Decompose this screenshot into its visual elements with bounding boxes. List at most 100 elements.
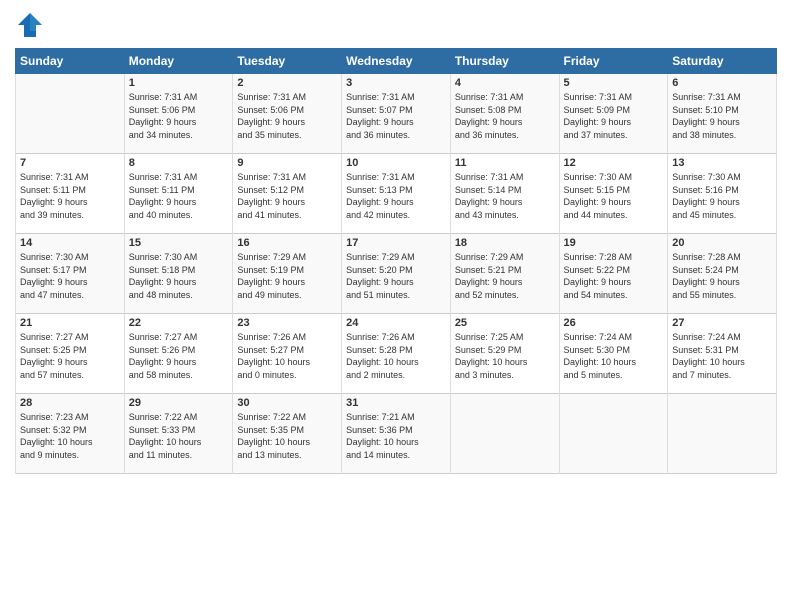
day-number: 31 (346, 397, 446, 409)
day-number: 26 (564, 317, 664, 329)
day-info: Sunrise: 7:24 AM Sunset: 5:31 PM Dayligh… (672, 331, 772, 381)
day-cell: 1 Sunrise: 7:31 AM Sunset: 5:06 PM Daylig… (124, 74, 233, 154)
day-cell: 7 Sunrise: 7:31 AM Sunset: 5:11 PM Daylig… (16, 154, 125, 234)
day-cell: 28 Sunrise: 7:23 AM Sunset: 5:32 PM Dayli… (16, 394, 125, 474)
day-info: Sunrise: 7:31 AM Sunset: 5:10 PM Dayligh… (672, 91, 772, 141)
day-number: 27 (672, 317, 772, 329)
day-number: 15 (129, 237, 229, 249)
day-info: Sunrise: 7:22 AM Sunset: 5:33 PM Dayligh… (129, 411, 229, 461)
day-info: Sunrise: 7:31 AM Sunset: 5:12 PM Dayligh… (237, 171, 337, 221)
day-number: 3 (346, 77, 446, 89)
day-cell: 22 Sunrise: 7:27 AM Sunset: 5:26 PM Dayli… (124, 314, 233, 394)
day-cell: 25Sunrise: 7:25 AM Sunset: 5:29 PM Dayli… (450, 314, 559, 394)
day-number: 2 (237, 77, 337, 89)
day-info: Sunrise: 7:31 AM Sunset: 5:13 PM Dayligh… (346, 171, 446, 221)
day-cell: 9 Sunrise: 7:31 AM Sunset: 5:12 PM Daylig… (233, 154, 342, 234)
day-cell: 16 Sunrise: 7:29 AM Sunset: 5:19 PM Dayli… (233, 234, 342, 314)
week-row-2: 7 Sunrise: 7:31 AM Sunset: 5:11 PM Daylig… (16, 154, 777, 234)
header-cell-thursday: Thursday (450, 49, 559, 74)
day-info: Sunrise: 7:28 AM Sunset: 5:24 PM Dayligh… (672, 251, 772, 301)
day-cell: 12Sunrise: 7:30 AM Sunset: 5:15 PM Dayli… (559, 154, 668, 234)
day-cell: 11Sunrise: 7:31 AM Sunset: 5:14 PM Dayli… (450, 154, 559, 234)
day-info: Sunrise: 7:29 AM Sunset: 5:19 PM Dayligh… (237, 251, 337, 301)
day-cell: 21 Sunrise: 7:27 AM Sunset: 5:25 PM Dayli… (16, 314, 125, 394)
day-info: Sunrise: 7:26 AM Sunset: 5:27 PM Dayligh… (237, 331, 337, 381)
day-info: Sunrise: 7:27 AM Sunset: 5:26 PM Dayligh… (129, 331, 229, 381)
day-info: Sunrise: 7:30 AM Sunset: 5:16 PM Dayligh… (672, 171, 772, 221)
day-number: 22 (129, 317, 229, 329)
day-info: Sunrise: 7:26 AM Sunset: 5:28 PM Dayligh… (346, 331, 446, 381)
week-row-1: 1 Sunrise: 7:31 AM Sunset: 5:06 PM Daylig… (16, 74, 777, 154)
header-cell-tuesday: Tuesday (233, 49, 342, 74)
day-info: Sunrise: 7:31 AM Sunset: 5:11 PM Dayligh… (129, 171, 229, 221)
calendar-body: 1 Sunrise: 7:31 AM Sunset: 5:06 PM Daylig… (16, 74, 777, 474)
day-info: Sunrise: 7:31 AM Sunset: 5:11 PM Dayligh… (20, 171, 120, 221)
day-info: Sunrise: 7:30 AM Sunset: 5:15 PM Dayligh… (564, 171, 664, 221)
day-cell: 31Sunrise: 7:21 AM Sunset: 5:36 PM Dayli… (342, 394, 451, 474)
day-cell (668, 394, 777, 474)
day-cell: 2 Sunrise: 7:31 AM Sunset: 5:06 PM Daylig… (233, 74, 342, 154)
header-cell-wednesday: Wednesday (342, 49, 451, 74)
day-info: Sunrise: 7:31 AM Sunset: 5:06 PM Dayligh… (237, 91, 337, 141)
day-number: 23 (237, 317, 337, 329)
day-cell: 20 Sunrise: 7:28 AM Sunset: 5:24 PM Dayli… (668, 234, 777, 314)
header-row: SundayMondayTuesdayWednesdayThursdayFrid… (16, 49, 777, 74)
day-info: Sunrise: 7:23 AM Sunset: 5:32 PM Dayligh… (20, 411, 120, 461)
day-number: 29 (129, 397, 229, 409)
day-cell: 26 Sunrise: 7:24 AM Sunset: 5:30 PM Dayli… (559, 314, 668, 394)
day-info: Sunrise: 7:29 AM Sunset: 5:20 PM Dayligh… (346, 251, 446, 301)
day-cell: 5 Sunrise: 7:31 AM Sunset: 5:09 PM Daylig… (559, 74, 668, 154)
day-number: 21 (20, 317, 120, 329)
day-number: 18 (455, 237, 555, 249)
day-info: Sunrise: 7:30 AM Sunset: 5:17 PM Dayligh… (20, 251, 120, 301)
day-cell: 10 Sunrise: 7:31 AM Sunset: 5:13 PM Dayli… (342, 154, 451, 234)
day-info: Sunrise: 7:30 AM Sunset: 5:18 PM Dayligh… (129, 251, 229, 301)
day-number: 14 (20, 237, 120, 249)
day-number: 16 (237, 237, 337, 249)
day-cell: 14 Sunrise: 7:30 AM Sunset: 5:17 PM Dayli… (16, 234, 125, 314)
day-info: Sunrise: 7:31 AM Sunset: 5:06 PM Dayligh… (129, 91, 229, 141)
day-number: 7 (20, 157, 120, 169)
day-number: 20 (672, 237, 772, 249)
day-number: 13 (672, 157, 772, 169)
calendar-table: SundayMondayTuesdayWednesdayThursdayFrid… (15, 48, 777, 474)
day-cell: 6Sunrise: 7:31 AM Sunset: 5:10 PM Daylig… (668, 74, 777, 154)
calendar-container: SundayMondayTuesdayWednesdayThursdayFrid… (0, 0, 792, 612)
day-info: Sunrise: 7:27 AM Sunset: 5:25 PM Dayligh… (20, 331, 120, 381)
day-cell: 18 Sunrise: 7:29 AM Sunset: 5:21 PM Dayli… (450, 234, 559, 314)
day-number: 8 (129, 157, 229, 169)
day-number: 30 (237, 397, 337, 409)
day-info: Sunrise: 7:28 AM Sunset: 5:22 PM Dayligh… (564, 251, 664, 301)
day-cell: 23 Sunrise: 7:26 AM Sunset: 5:27 PM Dayli… (233, 314, 342, 394)
day-cell: 13 Sunrise: 7:30 AM Sunset: 5:16 PM Dayli… (668, 154, 777, 234)
day-cell: 3Sunrise: 7:31 AM Sunset: 5:07 PM Daylig… (342, 74, 451, 154)
calendar-header: SundayMondayTuesdayWednesdayThursdayFrid… (16, 49, 777, 74)
day-cell (450, 394, 559, 474)
header-cell-monday: Monday (124, 49, 233, 74)
header-cell-saturday: Saturday (668, 49, 777, 74)
day-number: 11 (455, 157, 555, 169)
day-number: 28 (20, 397, 120, 409)
week-row-3: 14 Sunrise: 7:30 AM Sunset: 5:17 PM Dayli… (16, 234, 777, 314)
day-number: 10 (346, 157, 446, 169)
day-cell: 30 Sunrise: 7:22 AM Sunset: 5:35 PM Dayli… (233, 394, 342, 474)
day-number: 5 (564, 77, 664, 89)
day-info: Sunrise: 7:29 AM Sunset: 5:21 PM Dayligh… (455, 251, 555, 301)
header-cell-sunday: Sunday (16, 49, 125, 74)
day-cell: 29 Sunrise: 7:22 AM Sunset: 5:33 PM Dayli… (124, 394, 233, 474)
day-cell: 17Sunrise: 7:29 AM Sunset: 5:20 PM Dayli… (342, 234, 451, 314)
day-number: 1 (129, 77, 229, 89)
day-cell: 24 Sunrise: 7:26 AM Sunset: 5:28 PM Dayli… (342, 314, 451, 394)
day-info: Sunrise: 7:24 AM Sunset: 5:30 PM Dayligh… (564, 331, 664, 381)
day-info: Sunrise: 7:22 AM Sunset: 5:35 PM Dayligh… (237, 411, 337, 461)
day-cell: 8 Sunrise: 7:31 AM Sunset: 5:11 PM Daylig… (124, 154, 233, 234)
day-number: 4 (455, 77, 555, 89)
day-number: 9 (237, 157, 337, 169)
week-row-5: 28 Sunrise: 7:23 AM Sunset: 5:32 PM Dayli… (16, 394, 777, 474)
day-info: Sunrise: 7:31 AM Sunset: 5:08 PM Dayligh… (455, 91, 555, 141)
day-cell (16, 74, 125, 154)
day-cell: 19Sunrise: 7:28 AM Sunset: 5:22 PM Dayli… (559, 234, 668, 314)
day-info: Sunrise: 7:31 AM Sunset: 5:09 PM Dayligh… (564, 91, 664, 141)
day-cell: 4 Sunrise: 7:31 AM Sunset: 5:08 PM Daylig… (450, 74, 559, 154)
day-number: 24 (346, 317, 446, 329)
